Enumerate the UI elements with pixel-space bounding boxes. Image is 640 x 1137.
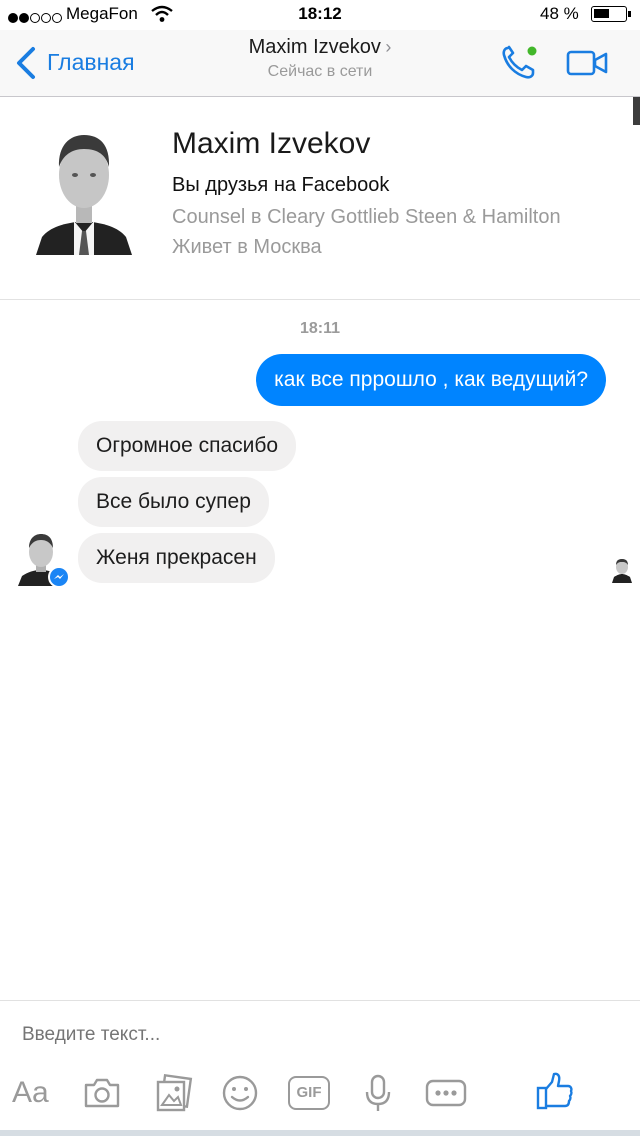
composer	[0, 1000, 640, 1137]
back-label: Главная	[47, 49, 135, 75]
emoji-icon[interactable]	[220, 1073, 260, 1113]
home-bar	[0, 1130, 640, 1136]
text-icon[interactable]: Aa	[12, 1073, 60, 1113]
battery-percent: 48 %	[540, 4, 579, 23]
gallery-icon[interactable]	[153, 1073, 193, 1113]
friends-status: Вы друзья на Facebook	[172, 174, 390, 196]
chevron-right-icon: ›	[385, 37, 392, 57]
contact-status: Сейчас в сети	[267, 63, 373, 80]
contact-name: Maxim Izvekov	[248, 36, 381, 58]
sender-avatar[interactable]	[16, 530, 70, 588]
phone-call-button[interactable]	[500, 44, 540, 80]
profile-work: Counsel в Cleary Gottlieb Steen & Hamilt…	[172, 206, 561, 228]
microphone-icon[interactable]	[358, 1073, 398, 1113]
chevron-left-icon	[17, 47, 35, 79]
profile-photo[interactable]	[36, 127, 132, 255]
profile-name: Maxim Izvekov	[172, 127, 371, 160]
navigation-bar: Главная Maxim Izvekov › Сейчас в сети	[0, 30, 640, 97]
gif-icon[interactable]: GIF	[288, 1076, 330, 1110]
profile-location: Живет в Москва	[172, 236, 322, 258]
read-receipt-avatar	[612, 559, 632, 583]
incoming-message[interactable]: Женя прекрасен	[78, 533, 275, 583]
message-timestamp: 18:11	[299, 320, 341, 337]
battery-icon	[591, 6, 631, 22]
incoming-message[interactable]: Все было супер	[78, 477, 269, 527]
camera-icon[interactable]	[82, 1073, 122, 1113]
like-icon[interactable]	[534, 1071, 574, 1111]
profile-header: Maxim Izvekov Вы друзья на Facebook Coun…	[0, 97, 640, 300]
status-bar: MegaFon 18:12 48 %	[0, 0, 640, 30]
contact-title[interactable]: Maxim Izvekov › Сейчас в сети	[210, 36, 430, 81]
incoming-message[interactable]: Огромное спасибо	[78, 421, 297, 471]
more-icon[interactable]	[424, 1073, 468, 1113]
messenger-badge-icon	[48, 566, 70, 588]
message-input[interactable]	[22, 1017, 602, 1053]
outgoing-message[interactable]: как все пррошло , как ведущий?	[256, 354, 606, 406]
video-call-button[interactable]	[566, 50, 608, 76]
